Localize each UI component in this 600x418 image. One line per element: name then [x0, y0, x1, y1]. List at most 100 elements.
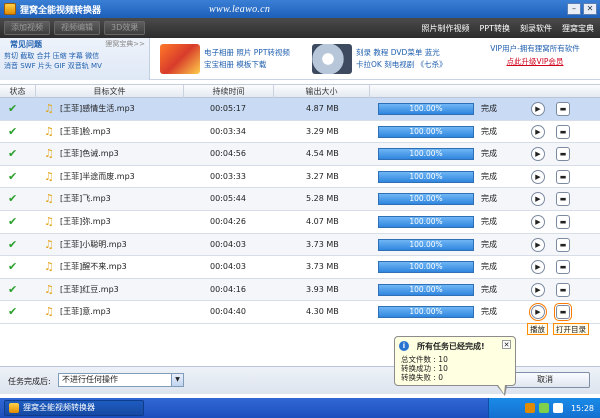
promo-album[interactable]: 电子相册 照片 PPT转视频 宝宝相册 模板下载 [160, 38, 290, 80]
file-name: [王菲]小聪明.mp3 [60, 239, 127, 249]
play-icon[interactable]: ▶ [531, 282, 545, 297]
close-icon[interactable]: ✕ [583, 3, 597, 15]
col-duration[interactable]: 持续时间 [184, 85, 274, 98]
progress-bar: 100.00% [378, 170, 474, 183]
col-output-size[interactable]: 输出大小 [274, 85, 370, 98]
status-text: 完成 [481, 104, 497, 113]
table-row[interactable]: ✔ ♫ [王菲]飞.mp3 00:05:44 5.28 MB 100.00% 完… [0, 188, 600, 211]
progress-text: 100.00% [409, 194, 443, 204]
minimize-icon[interactable]: – [567, 3, 581, 15]
vip-upgrade-link[interactable]: 点此升级VIP会员 [470, 55, 600, 68]
check-icon: ✔ [8, 305, 18, 319]
leawo-guide-link[interactable]: 狸窝宝典 [562, 23, 594, 34]
table-row[interactable]: ✔ ♫ [王菲]弥.mp3 00:04:26 4.07 MB 100.00% 完… [0, 211, 600, 234]
play-icon[interactable]: ▶ [531, 169, 545, 184]
col-status[interactable]: 状态 [0, 85, 36, 98]
play-icon[interactable]: ▶ [531, 192, 545, 207]
table-row[interactable]: ✔ ♫ [王菲]半途而废.mp3 00:03:33 3.27 MB 100.00… [0, 165, 600, 189]
status-text: 完成 [481, 262, 497, 272]
output-size: 4.54 MB [306, 149, 339, 159]
play-icon[interactable]: ▶ [531, 102, 545, 116]
table-row[interactable]: ✔ ♫ [王菲]小聪明.mp3 00:04:03 3.73 MB 100.00%… [0, 233, 600, 257]
duration: 00:04:03 [210, 239, 246, 249]
app-icon [4, 3, 16, 15]
after-complete-select[interactable]: 不进行任何操作 ▼ [58, 373, 184, 387]
progress-bar: 100.00% [378, 103, 474, 115]
folder-icon[interactable]: ▬ [556, 147, 570, 162]
vip-text: VIP用户-拥有狸窝所有软件 [490, 44, 580, 53]
folder-icon[interactable]: ▬ [556, 124, 570, 139]
folder-icon[interactable]: ▬ [556, 282, 570, 297]
photo-to-video-link[interactable]: 照片制作视频 [421, 23, 469, 34]
check-icon: ✔ [8, 237, 18, 251]
table-row[interactable]: ✔ ♫ [王菲]意.mp3 00:04:40 4.30 MB 100.00% 完… [0, 301, 600, 324]
table-row[interactable]: ✔ ♫ [王菲]红豆.mp3 00:04:16 3.93 MB 100.00% … [0, 278, 600, 302]
dvd-icon [312, 44, 352, 74]
folder-icon[interactable]: ▬ [556, 237, 570, 252]
progress-bar: 100.00% [378, 148, 474, 161]
taskbar-app-button[interactable]: 狸窝全能视频转换器 [4, 400, 144, 416]
status-text: 完成 [481, 284, 497, 294]
output-size: 3.27 MB [306, 171, 339, 181]
tray-app-icon[interactable] [524, 403, 535, 413]
add-video-button[interactable]: 添加视频 [4, 21, 50, 35]
edit-video-button[interactable]: 视频编辑 [54, 21, 100, 35]
output-size: 4.07 MB [306, 217, 339, 226]
faq-guide-link[interactable]: 狸窝宝典>> [105, 39, 145, 49]
balloon-total: 总文件数 : 10 [401, 355, 448, 364]
play-icon[interactable]: ▶ [531, 147, 545, 162]
check-icon: ✔ [8, 215, 18, 228]
duration: 00:03:34 [210, 126, 246, 136]
folder-icon[interactable]: ▬ [556, 102, 570, 116]
file-name: [王菲]脸.mp3 [60, 126, 111, 136]
music-note-icon: ♫ [44, 237, 54, 251]
duration: 00:05:44 [210, 194, 246, 204]
table-row[interactable]: ✔ ♫ [王菲]色诫.mp3 00:04:56 4.54 MB 100.00% … [0, 143, 600, 166]
play-icon[interactable]: ▶ [531, 124, 545, 139]
ppt-album-icon [160, 44, 200, 74]
folder-icon[interactable]: ▬ [556, 215, 570, 229]
table-row[interactable]: ✔ ♫ [王菲]脸.mp3 00:03:34 3.29 MB 100.00% 完… [0, 120, 600, 144]
play-icon[interactable]: ▶ [531, 237, 545, 252]
faq-links-line2[interactable]: 消音 SWF 片头 GIF 双音轨 MV [4, 61, 145, 71]
folder-icon[interactable]: ▬ [556, 260, 570, 275]
close-icon[interactable]: ✕ [502, 340, 511, 349]
completion-balloon: i 所有任务已经完成! ✕ 总文件数 : 10 转换成功 : 10 转换失败 :… [394, 336, 516, 396]
file-name: [王菲]半途而废.mp3 [60, 171, 135, 181]
window-title: 狸窝全能视频转换器 [20, 5, 102, 16]
faq-links-line1[interactable]: 剪切 截取 合并 压缩 字幕 微信 [4, 51, 145, 61]
check-icon: ✔ [8, 169, 18, 183]
burn-software-link[interactable]: 刻录软件 [520, 23, 552, 34]
table-row[interactable]: ✔ ♫ [王菲]醒不来.mp3 00:04:03 3.73 MB 100.00%… [0, 256, 600, 279]
music-note-icon: ♫ [44, 260, 54, 274]
output-size: 3.73 MB [306, 262, 339, 272]
chevron-down-icon[interactable]: ▼ [171, 374, 183, 386]
file-name: [王菲]弥.mp3 [60, 217, 111, 226]
3d-effect-button[interactable]: 3D效果 [104, 21, 146, 35]
status-text: 完成 [481, 194, 497, 204]
output-size: 3.29 MB [306, 126, 339, 136]
folder-icon[interactable]: ▬ [556, 192, 570, 207]
volume-icon[interactable] [552, 403, 563, 413]
title-bar: 狸窝全能视频转换器 www.leawo.cn – ✕ [0, 0, 600, 18]
table-row[interactable]: ✔ ♫ [王菲]感情生活.mp3 00:05:17 4.87 MB 100.00… [0, 98, 600, 121]
play-icon[interactable]: ▶ [531, 215, 545, 229]
music-note-icon: ♫ [44, 305, 54, 319]
check-icon: ✔ [8, 282, 18, 296]
promo-album-line1: 电子相册 照片 PPT转视频 [204, 48, 290, 57]
play-icon[interactable]: ▶ [529, 303, 547, 322]
status-text: 完成 [481, 149, 497, 159]
folder-icon[interactable]: ▬ [554, 303, 572, 322]
music-note-icon: ♫ [44, 124, 54, 138]
play-icon[interactable]: ▶ [531, 260, 545, 275]
folder-icon[interactable]: ▬ [556, 169, 570, 184]
progress-bar: 100.00% [378, 283, 474, 296]
window-controls: – ✕ [567, 3, 597, 15]
table-header: 状态 目标文件 持续时间 输出大小 [0, 84, 600, 98]
network-icon[interactable] [538, 403, 549, 413]
progress-text: 100.00% [409, 126, 443, 136]
col-target-file[interactable]: 目标文件 [36, 85, 184, 98]
promo-dvd[interactable]: 刻录 教程 DVD菜单 蓝光 卡拉OK 刻电视剧 《七杀》 [312, 38, 447, 80]
progress-bar: 100.00% [378, 306, 474, 319]
ppt-convert-link[interactable]: PPT转换 [479, 23, 510, 34]
